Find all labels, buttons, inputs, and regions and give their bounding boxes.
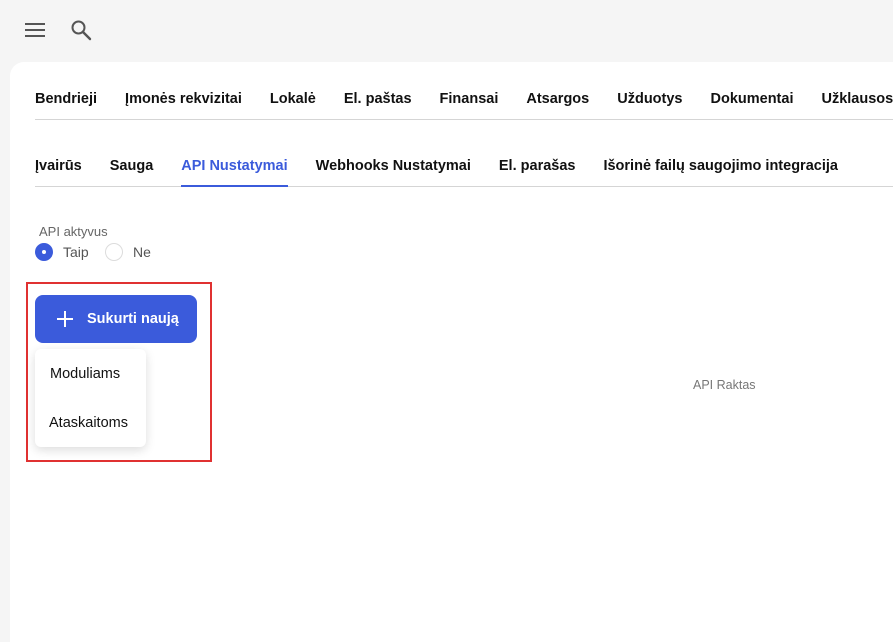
menu-item-moduliams[interactable]: Moduliams [35, 351, 146, 397]
tab-api-nustatymai[interactable]: API Nustatymai [181, 146, 289, 187]
create-new-button[interactable]: Sukurti naują [35, 295, 197, 343]
radio-ne-label: Ne [133, 244, 151, 260]
tab-dokumentai[interactable]: Dokumentai [710, 79, 793, 119]
secondary-tabs: Įvairūs Sauga API Nustatymai Webhooks Nu… [35, 146, 893, 187]
tab-finansai[interactable]: Finansai [440, 79, 499, 119]
radio-checked-icon[interactable] [35, 243, 53, 261]
api-active-label: API aktyvus [39, 224, 108, 239]
tab-uzduotys[interactable]: Užduotys [617, 79, 682, 119]
radio-taip[interactable]: Taip [35, 243, 89, 261]
tab-ivairus[interactable]: Įvairūs [35, 146, 82, 186]
top-bar [0, 0, 893, 60]
tab-atsargos[interactable]: Atsargos [526, 79, 589, 119]
tab-imones-rekvizitai[interactable]: Įmonės rekvizitai [125, 79, 242, 119]
search-icon[interactable] [70, 19, 92, 41]
radio-unchecked-icon[interactable] [105, 243, 123, 261]
plus-icon [57, 311, 73, 327]
tab-webhooks-nustatymai[interactable]: Webhooks Nustatymai [316, 146, 471, 186]
radio-ne[interactable]: Ne [105, 243, 151, 261]
create-dropdown-menu: Moduliams Ataskaitoms [35, 349, 146, 447]
tab-bendrieji[interactable]: Bendrieji [35, 79, 97, 119]
settings-card: Bendrieji Įmonės rekvizitai Lokalė El. p… [10, 62, 893, 642]
menu-icon[interactable] [25, 21, 45, 39]
tab-lokale[interactable]: Lokalė [270, 79, 316, 119]
radio-taip-label: Taip [63, 244, 89, 260]
tab-sauga[interactable]: Sauga [110, 146, 154, 186]
tab-el-pastas[interactable]: El. paštas [344, 79, 412, 119]
menu-item-ataskaitoms[interactable]: Ataskaitoms [35, 400, 146, 446]
primary-tabs: Bendrieji Įmonės rekvizitai Lokalė El. p… [35, 79, 893, 120]
create-new-label: Sukurti naują [87, 311, 179, 327]
api-key-column-header: API Raktas [693, 378, 756, 392]
tab-isorine-failu-saugojimo-integracija[interactable]: Išorinė failų saugojimo integracija [603, 146, 837, 186]
tab-el-parasas[interactable]: El. parašas [499, 146, 576, 186]
tab-uzklausos[interactable]: Užklausos [821, 79, 893, 119]
